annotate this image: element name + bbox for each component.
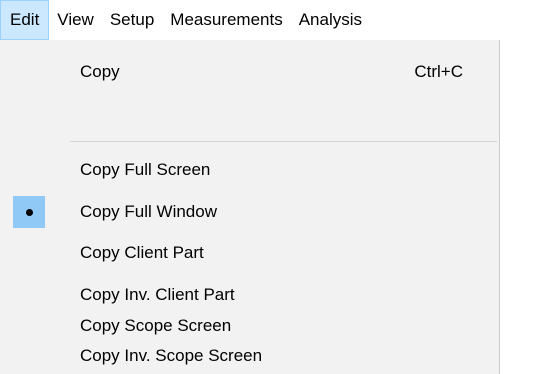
radio-dot-icon xyxy=(25,208,33,216)
check-indicator xyxy=(13,237,45,269)
menu-measurements[interactable]: Measurements xyxy=(162,0,290,40)
menu-item-label: Copy Client Part xyxy=(80,243,204,262)
menu-view[interactable]: View xyxy=(49,0,102,40)
menu-item-label: Copy xyxy=(80,62,120,81)
menu-item-label: Copy Inv. Client Part xyxy=(80,285,235,304)
check-indicator xyxy=(13,279,45,311)
check-indicator xyxy=(13,340,45,372)
menu-setup[interactable]: Setup xyxy=(102,0,162,40)
menu-item-label: Copy Full Window xyxy=(80,202,217,221)
menu-item-copy-client-part[interactable]: Copy Client Part xyxy=(3,235,497,271)
menu-analysis[interactable]: Analysis xyxy=(291,0,370,40)
menu-item-copy-full-window[interactable]: Copy Full Window xyxy=(3,194,497,230)
menu-item-copy[interactable]: Copy Ctrl+C xyxy=(3,54,497,90)
menu-item-copy-full-screen[interactable]: Copy Full Screen xyxy=(3,152,497,188)
menu-item-label: Copy Scope Screen xyxy=(80,316,232,335)
check-indicator xyxy=(13,154,45,186)
check-indicator xyxy=(13,196,45,228)
menu-separator xyxy=(70,141,497,142)
menu-item-label: Copy Full Screen xyxy=(80,160,211,179)
menu-edit[interactable]: Edit xyxy=(0,0,50,40)
menu-bar: Edit View Setup Measurements Analysis xyxy=(0,0,536,40)
menu-item-label: Copy Inv. Scope Screen xyxy=(80,346,263,365)
menu-item-shortcut: Ctrl+C xyxy=(414,62,463,81)
edit-dropdown-menu: Copy Ctrl+C Copy Full Screen Copy Full W… xyxy=(0,40,500,374)
menu-item-copy-inv-scope-screen[interactable]: Copy Inv. Scope Screen xyxy=(3,338,497,374)
